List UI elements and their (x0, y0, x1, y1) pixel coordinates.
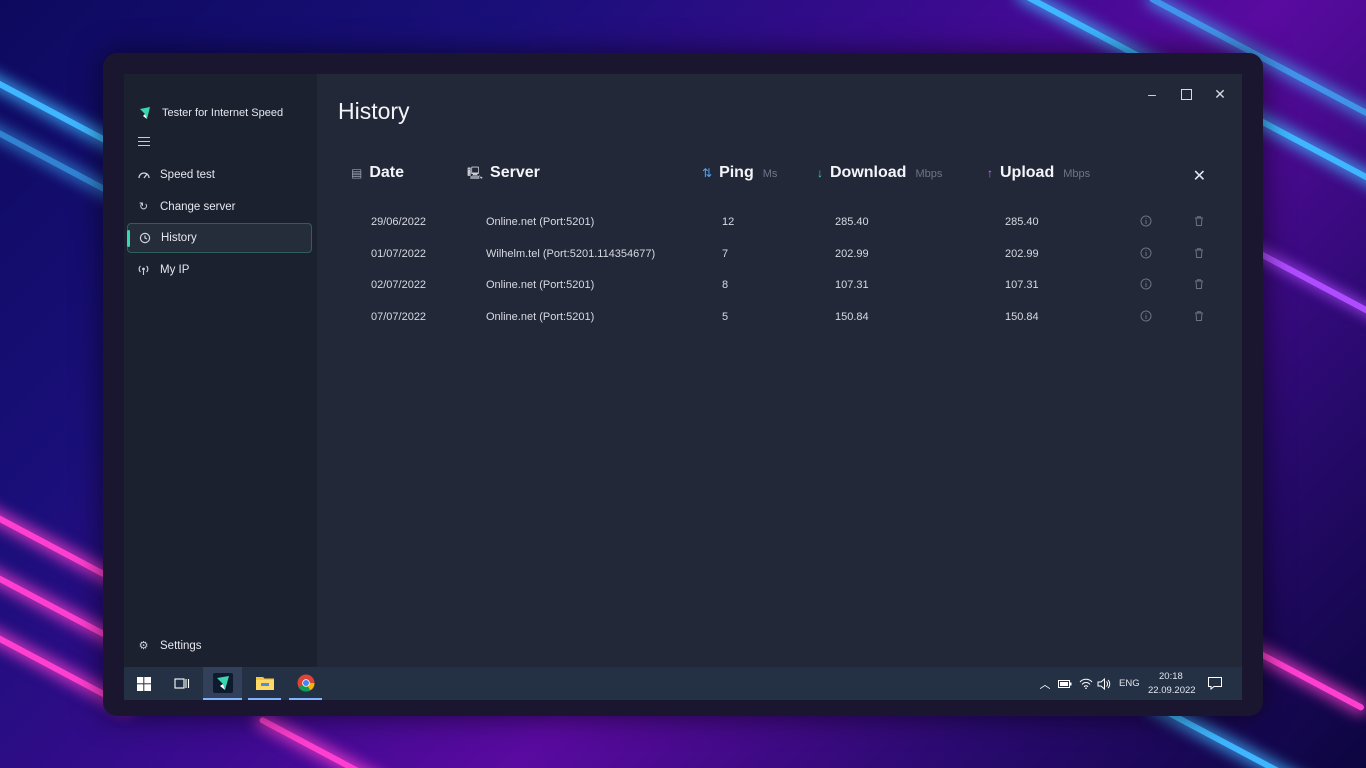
server-cell: Wilhelm.tel (Port:5201.114354677) (486, 247, 656, 260)
gear-icon: ⚙ (138, 640, 149, 652)
info-icon[interactable] (1140, 215, 1152, 227)
delete-icon[interactable] (1193, 247, 1205, 259)
server-cell: Online.net (Port:5201) (486, 279, 595, 291)
upload-arrow-icon: ↑ (987, 166, 993, 180)
upload-cell: 202.99 (1005, 247, 1039, 260)
sidebar-item-speed-test[interactable]: Speed test (127, 160, 312, 190)
clock-date[interactable]: 22.09.2022 (1148, 685, 1196, 696)
download-cell: 107.31 (835, 279, 869, 291)
date-cell: 01/07/2022 (371, 247, 427, 260)
calendar-icon: ▤ (351, 166, 363, 180)
column-header-ping[interactable]: ⇅ Ping Ms (702, 164, 777, 182)
close-history-icon[interactable]: ✕ (1193, 166, 1206, 186)
speedometer-icon (137, 169, 150, 182)
table-row[interactable]: 07/07/2022 Online.net (Port:5201) 5 150.… (317, 305, 1242, 337)
ping-cell: 8 (722, 279, 729, 291)
server-cell: Online.net (Port:5201) (486, 216, 595, 228)
upload-cell: 150.84 (1005, 310, 1039, 323)
date-cell: 02/07/2022 (371, 279, 427, 291)
background-neon-stripe (258, 716, 386, 768)
battery-icon[interactable] (1057, 667, 1073, 700)
page-title: History (338, 98, 410, 124)
info-icon[interactable] (1140, 278, 1152, 290)
sidebar-item-label: Speed test (160, 169, 215, 181)
sidebar-nav: Speed test ↻ Change server History My IP (127, 160, 312, 286)
chrome-browser-icon[interactable] (289, 667, 322, 700)
sidebar: Tester for Internet Speed Speed test ↻ C… (124, 74, 317, 667)
taskbar: ︿ ENG 20:18 22.09.2022 (124, 667, 1242, 700)
column-header-date[interactable]: ▤ Date (351, 164, 404, 182)
settings-button[interactable]: ⚙ Settings (137, 639, 202, 653)
info-icon[interactable] (1140, 310, 1152, 322)
sidebar-item-change-server[interactable]: ↻ Change server (127, 192, 312, 222)
sidebar-item-my-ip[interactable]: My IP (127, 255, 312, 285)
sidebar-item-label: Change server (160, 200, 236, 213)
column-header-server[interactable]: 🖳 Server (467, 164, 540, 185)
monitor-icon: 🖳 (467, 166, 484, 180)
app-logo-icon (140, 107, 150, 119)
sidebar-item-label: My IP (160, 263, 190, 276)
minimize-icon[interactable]: – (1144, 86, 1160, 102)
download-cell: 285.40 (835, 216, 869, 228)
table-row[interactable]: 01/07/2022 Wilhelm.tel (Port:5201.114354… (317, 242, 1242, 274)
file-explorer-icon[interactable] (248, 667, 281, 700)
delete-icon[interactable] (1193, 310, 1205, 322)
download-cell: 202.99 (835, 247, 869, 260)
maximize-icon[interactable] (1178, 86, 1194, 102)
screen: Tester for Internet Speed Speed test ↻ C… (124, 74, 1242, 700)
info-icon[interactable] (1140, 247, 1152, 259)
notification-center-icon[interactable] (1205, 667, 1225, 700)
sidebar-item-label: History (161, 232, 197, 244)
settings-label: Settings (160, 639, 202, 652)
task-view-icon[interactable] (170, 667, 194, 700)
delete-icon[interactable] (1193, 215, 1205, 227)
refresh-icon: ↻ (138, 201, 149, 213)
app-title: Tester for Internet Speed (162, 107, 284, 119)
history-table-header: ▤ Date 🖳 Server ⇅ Ping Ms ↓ Download Mbp… (317, 164, 1242, 186)
ping-cell: 5 (722, 310, 729, 323)
sidebar-item-history[interactable]: History (127, 223, 312, 253)
language-indicator[interactable]: ENG (1119, 678, 1140, 689)
broadcast-icon (137, 263, 150, 276)
ping-cell: 7 (722, 247, 729, 260)
upload-cell: 285.40 (1005, 216, 1039, 228)
date-cell: 07/07/2022 (371, 310, 427, 323)
history-icon (138, 232, 151, 245)
ping-cell: 12 (722, 216, 735, 228)
wifi-icon[interactable] (1078, 667, 1094, 700)
table-row[interactable]: 02/07/2022 Online.net (Port:5201) 8 107.… (317, 273, 1242, 305)
date-cell: 29/06/2022 (371, 216, 427, 228)
history-table-body: 29/06/2022 Online.net (Port:5201) 12 285… (317, 210, 1242, 336)
ping-arrows-icon: ⇅ (702, 166, 713, 180)
clock-time[interactable]: 20:18 (1159, 671, 1183, 682)
upload-cell: 107.31 (1005, 279, 1039, 291)
speedtest-app-taskbar-icon[interactable] (203, 667, 242, 700)
windows-start-icon[interactable] (132, 667, 156, 700)
table-row[interactable]: 29/06/2022 Online.net (Port:5201) 12 285… (317, 210, 1242, 242)
show-hidden-icons-chevron-icon[interactable]: ︿ (1038, 667, 1052, 700)
column-header-upload[interactable]: ↑ Upload Mbps (987, 164, 1090, 182)
main-panel: History – ✕ ▤ Date 🖳 Server ⇅ Ping Ms ↓ … (317, 74, 1242, 667)
app-header: Tester for Internet Speed (138, 106, 283, 120)
download-cell: 150.84 (835, 310, 869, 323)
close-icon[interactable]: ✕ (1212, 86, 1228, 102)
server-cell: Online.net (Port:5201) (486, 310, 595, 323)
window-controls: – ✕ (1144, 86, 1228, 103)
delete-icon[interactable] (1193, 278, 1205, 290)
volume-icon[interactable] (1096, 667, 1112, 700)
column-header-download[interactable]: ↓ Download Mbps (817, 164, 942, 182)
download-arrow-icon: ↓ (817, 166, 823, 180)
hamburger-menu-icon[interactable] (138, 137, 150, 147)
